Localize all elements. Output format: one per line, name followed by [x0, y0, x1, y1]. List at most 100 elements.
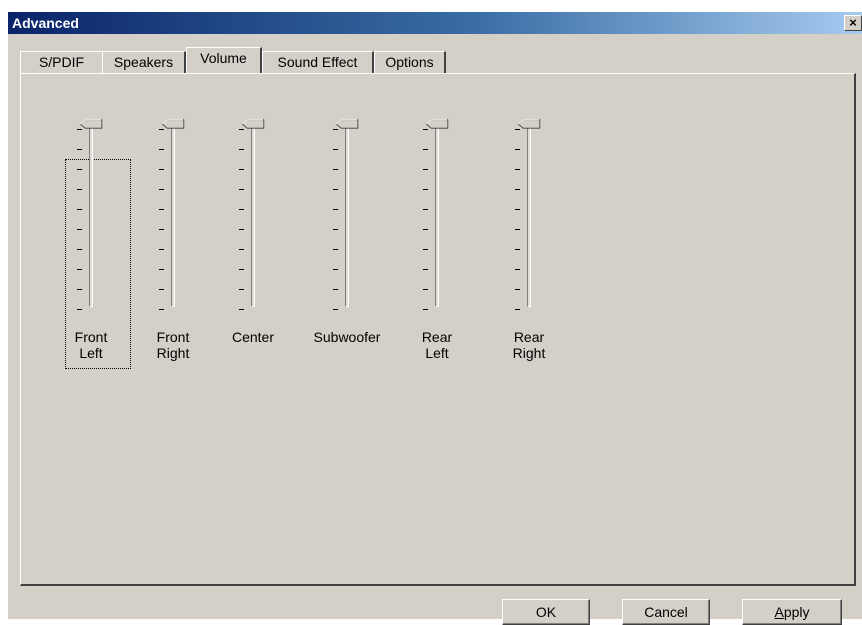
- slider-label: Front Left: [74, 329, 108, 361]
- slider-tick: [77, 209, 82, 210]
- slider-tick: [159, 309, 164, 310]
- slider-tick: [239, 169, 244, 170]
- title-bar[interactable]: Advanced ×: [8, 12, 862, 34]
- slider-tick: [239, 229, 244, 230]
- slider-tick: [423, 289, 428, 290]
- slider-tick: [515, 309, 520, 310]
- slider-tick: [159, 229, 164, 230]
- volume-slider-rear-left[interactable]: Rear Left: [402, 74, 472, 584]
- slider-tick: [239, 209, 244, 210]
- slider-tick: [159, 269, 164, 270]
- slider-tick: [77, 169, 82, 170]
- slider-tick: [239, 129, 244, 130]
- slider-thumb[interactable]: [239, 119, 267, 129]
- tab-options[interactable]: Options: [374, 51, 446, 73]
- slider-label: Center: [231, 329, 275, 345]
- slider-tick: [423, 309, 428, 310]
- slider-tick: [333, 189, 338, 190]
- ok-button[interactable]: OK: [502, 599, 590, 625]
- slider-tick: [423, 169, 428, 170]
- slider-tick: [159, 169, 164, 170]
- slider-tick: [333, 229, 338, 230]
- slider-tick: [239, 189, 244, 190]
- slider-tick: [239, 289, 244, 290]
- slider-thumb[interactable]: [333, 119, 361, 129]
- close-button[interactable]: ×: [844, 15, 862, 31]
- slider-tick: [159, 149, 164, 150]
- slider-tick: [515, 189, 520, 190]
- volume-slider-rear-right[interactable]: Rear Right: [494, 74, 564, 584]
- slider-tick: [333, 129, 338, 130]
- slider-tick: [333, 309, 338, 310]
- apply-button-label: Apply: [774, 604, 810, 620]
- slider-tick: [77, 269, 82, 270]
- slider-tick: [239, 269, 244, 270]
- slider-tick: [423, 189, 428, 190]
- slider-label: Front Right: [156, 329, 190, 361]
- slider-tick: [77, 289, 82, 290]
- slider-tick: [77, 129, 82, 130]
- slider-track[interactable]: [89, 123, 93, 307]
- slider-track[interactable]: [171, 123, 175, 307]
- slider-tick: [423, 229, 428, 230]
- slider-tick: [423, 149, 428, 150]
- slider-label: Rear Right: [512, 329, 546, 361]
- tab-label: Volume: [200, 50, 247, 66]
- slider-tick: [77, 249, 82, 250]
- slider-tick: [239, 149, 244, 150]
- cancel-button[interactable]: Cancel: [622, 599, 710, 625]
- slider-tick: [515, 269, 520, 270]
- slider-track[interactable]: [251, 123, 255, 307]
- slider-track[interactable]: [435, 123, 439, 307]
- slider-tick: [515, 209, 520, 210]
- tab-spdif[interactable]: S/PDIF: [20, 51, 104, 73]
- volume-slider-front-right[interactable]: Front Right: [138, 74, 208, 584]
- slider-track[interactable]: [345, 123, 349, 307]
- tab-speakers[interactable]: Speakers: [102, 51, 186, 73]
- slider-tick: [515, 229, 520, 230]
- tab-label: Options: [385, 54, 434, 70]
- slider-tick: [515, 169, 520, 170]
- slider-tick: [515, 249, 520, 250]
- slider-tick: [239, 309, 244, 310]
- tab-label: Sound Effect: [277, 54, 358, 70]
- volume-slider-front-left[interactable]: Front Left: [56, 74, 126, 584]
- tab-volume[interactable]: Volume: [186, 47, 262, 73]
- slider-thumb[interactable]: [423, 119, 451, 129]
- volume-slider-center[interactable]: Center: [218, 74, 288, 584]
- tab-label: S/PDIF: [38, 54, 85, 70]
- slider-tick: [239, 249, 244, 250]
- slider-tick: [159, 249, 164, 250]
- slider-tick: [333, 149, 338, 150]
- slider-tick: [423, 209, 428, 210]
- window-title: Advanced: [12, 15, 79, 31]
- slider-track[interactable]: [527, 123, 531, 307]
- slider-thumb[interactable]: [77, 119, 105, 129]
- slider-tick: [159, 189, 164, 190]
- slider-tick: [515, 289, 520, 290]
- slider-tick: [333, 209, 338, 210]
- tab-label: Speakers: [113, 54, 174, 70]
- slider-label: Rear Left: [421, 329, 453, 361]
- slider-tick: [77, 309, 82, 310]
- apply-button[interactable]: Apply: [742, 599, 842, 625]
- volume-panel: Front Left Front Right Center Subwoofer Rear…: [20, 73, 856, 586]
- slider-tick: [333, 269, 338, 270]
- slider-tick: [159, 209, 164, 210]
- slider-thumb[interactable]: [159, 119, 187, 129]
- tab-sound-effect[interactable]: Sound Effect: [262, 51, 374, 73]
- slider-tick: [423, 129, 428, 130]
- cancel-button-label: Cancel: [644, 604, 688, 620]
- slider-tick: [77, 149, 82, 150]
- volume-slider-subwoofer[interactable]: Subwoofer: [312, 74, 382, 584]
- slider-thumb[interactable]: [515, 119, 543, 129]
- slider-tick: [423, 249, 428, 250]
- slider-tick: [333, 249, 338, 250]
- slider-label: Subwoofer: [313, 329, 381, 345]
- slider-tick: [159, 129, 164, 130]
- advanced-dialog: Advanced × S/PDIF Speakers Volume Sound …: [8, 12, 862, 625]
- slider-tick: [159, 289, 164, 290]
- close-icon: ×: [849, 15, 857, 30]
- slider-tick: [333, 169, 338, 170]
- slider-tick: [77, 189, 82, 190]
